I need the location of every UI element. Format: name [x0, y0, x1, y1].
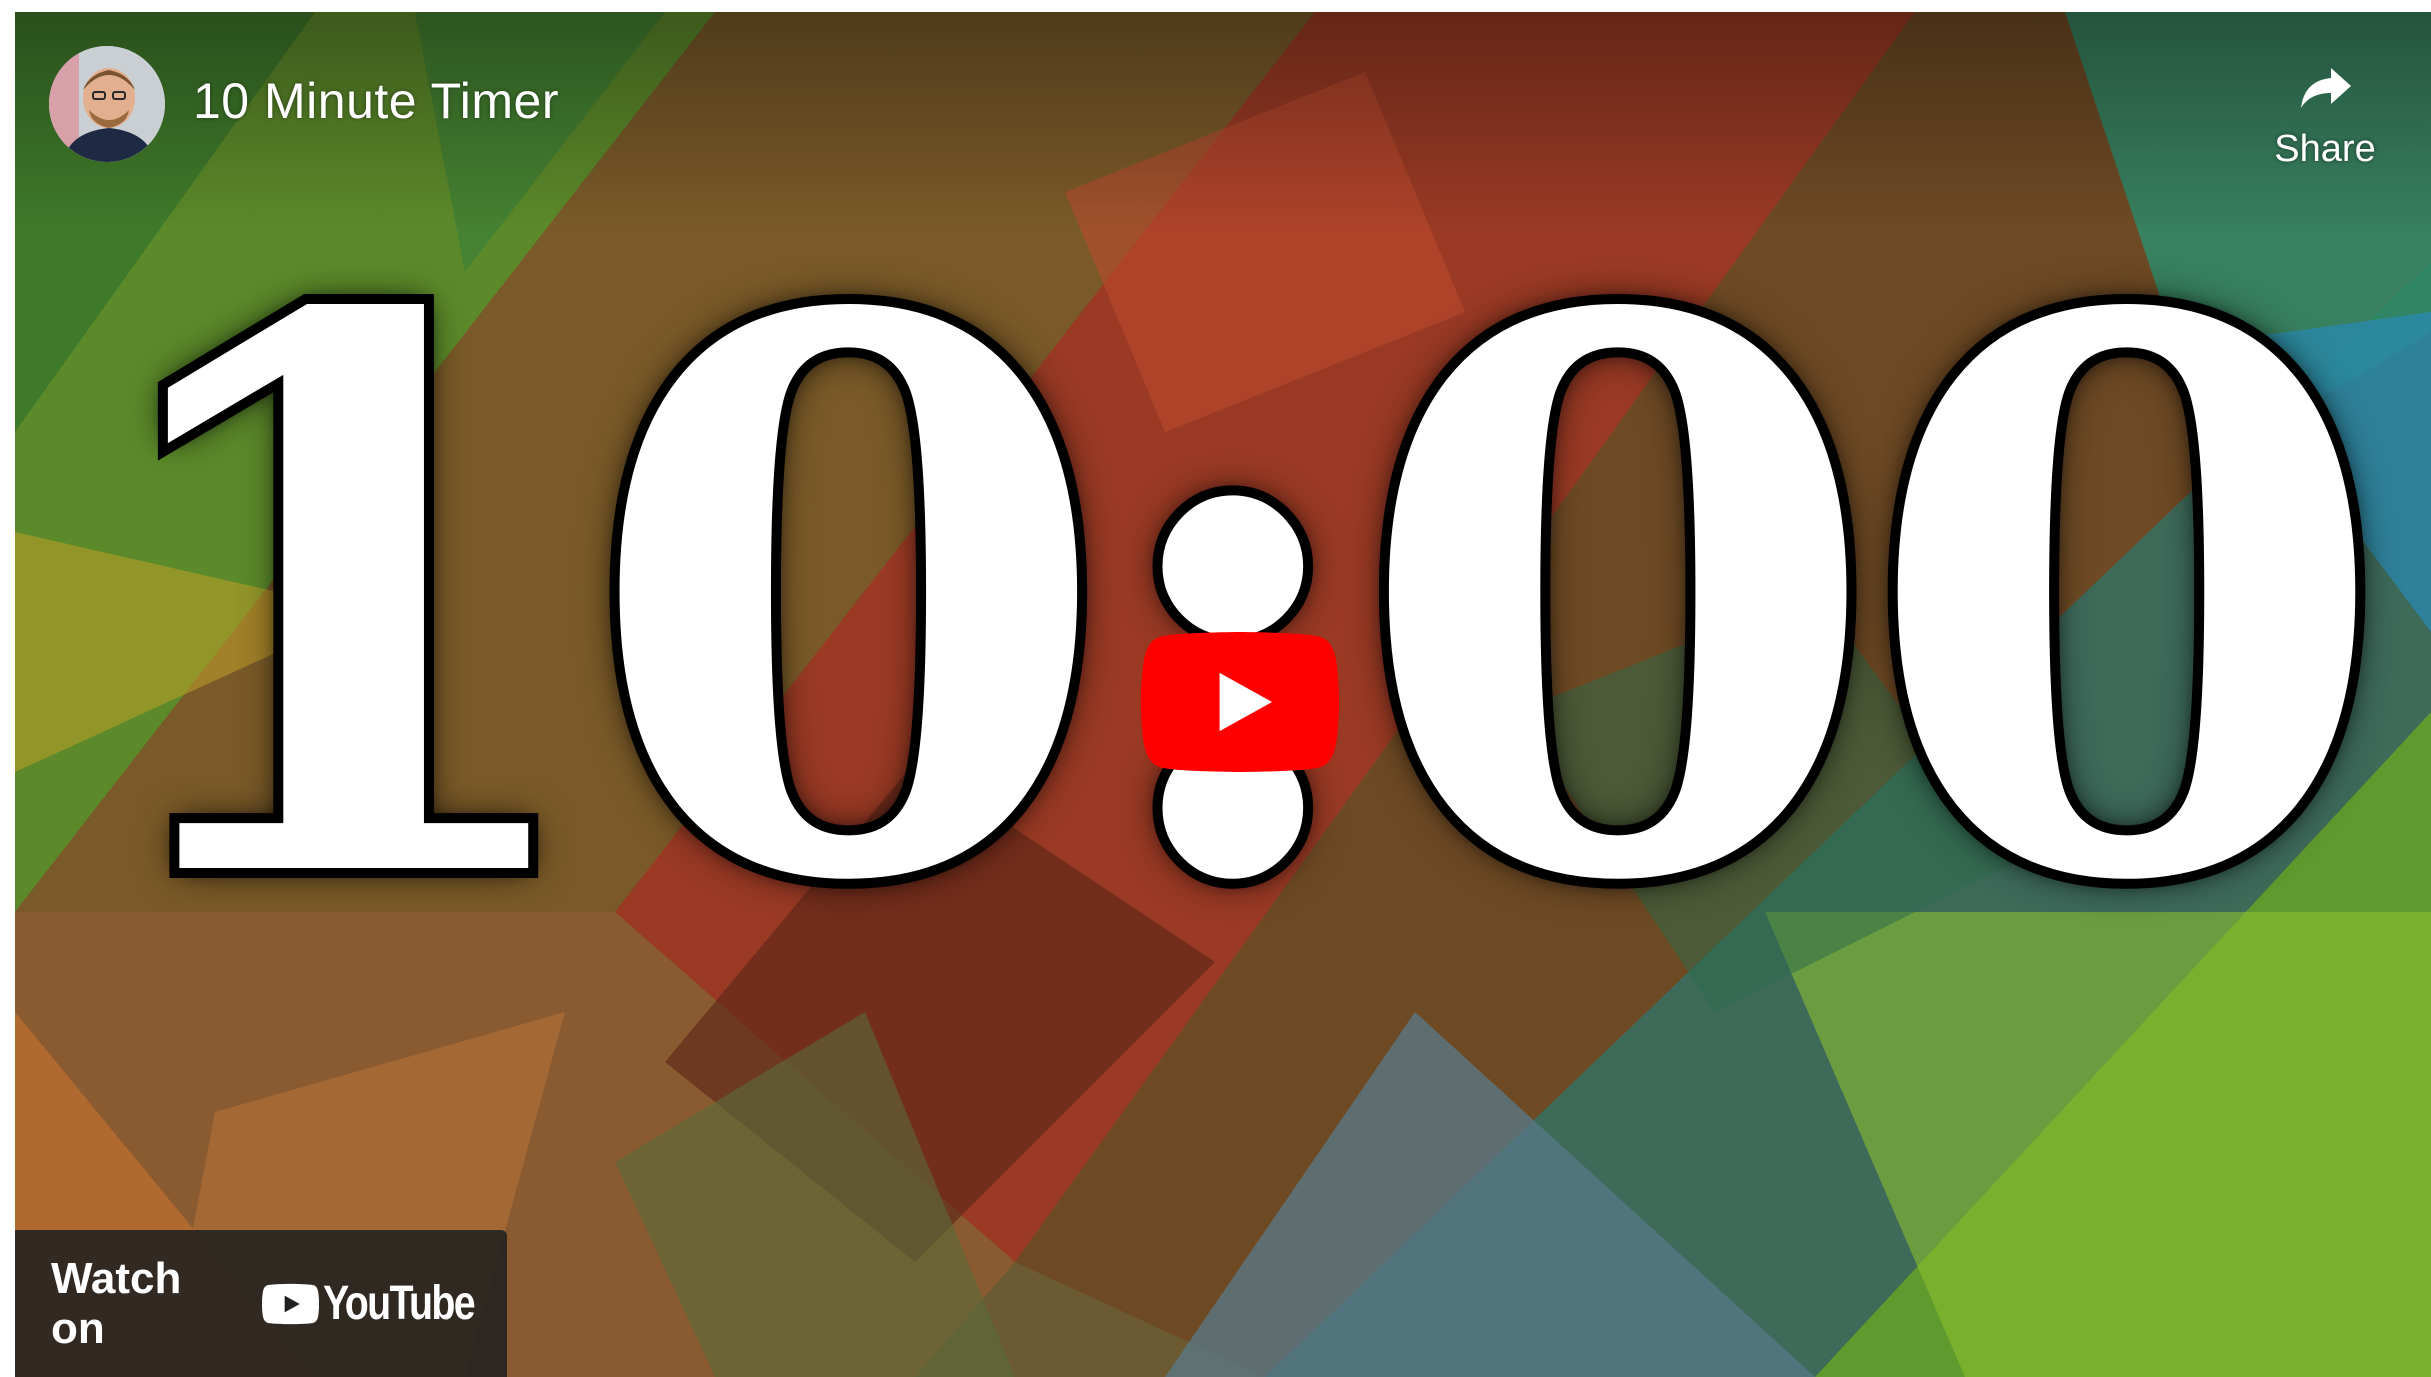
avatar-image	[49, 46, 165, 162]
channel-avatar[interactable]	[49, 46, 165, 162]
video-player[interactable]: 10 Minute Timer Share 10:00 Watch on You…	[15, 12, 2431, 1377]
youtube-wordmark: YouTube	[322, 1277, 476, 1330]
play-button[interactable]	[1140, 632, 1340, 772]
timer-display: 10:00	[65, 155, 2401, 1048]
video-title[interactable]: 10 Minute Timer	[193, 72, 559, 130]
play-icon	[1140, 632, 1340, 772]
youtube-logo-icon	[261, 1283, 319, 1324]
watch-on-youtube-button[interactable]: Watch on YouTube	[15, 1230, 507, 1377]
share-arrow-icon	[2301, 68, 2351, 108]
watch-on-label: Watch on	[51, 1253, 182, 1353]
